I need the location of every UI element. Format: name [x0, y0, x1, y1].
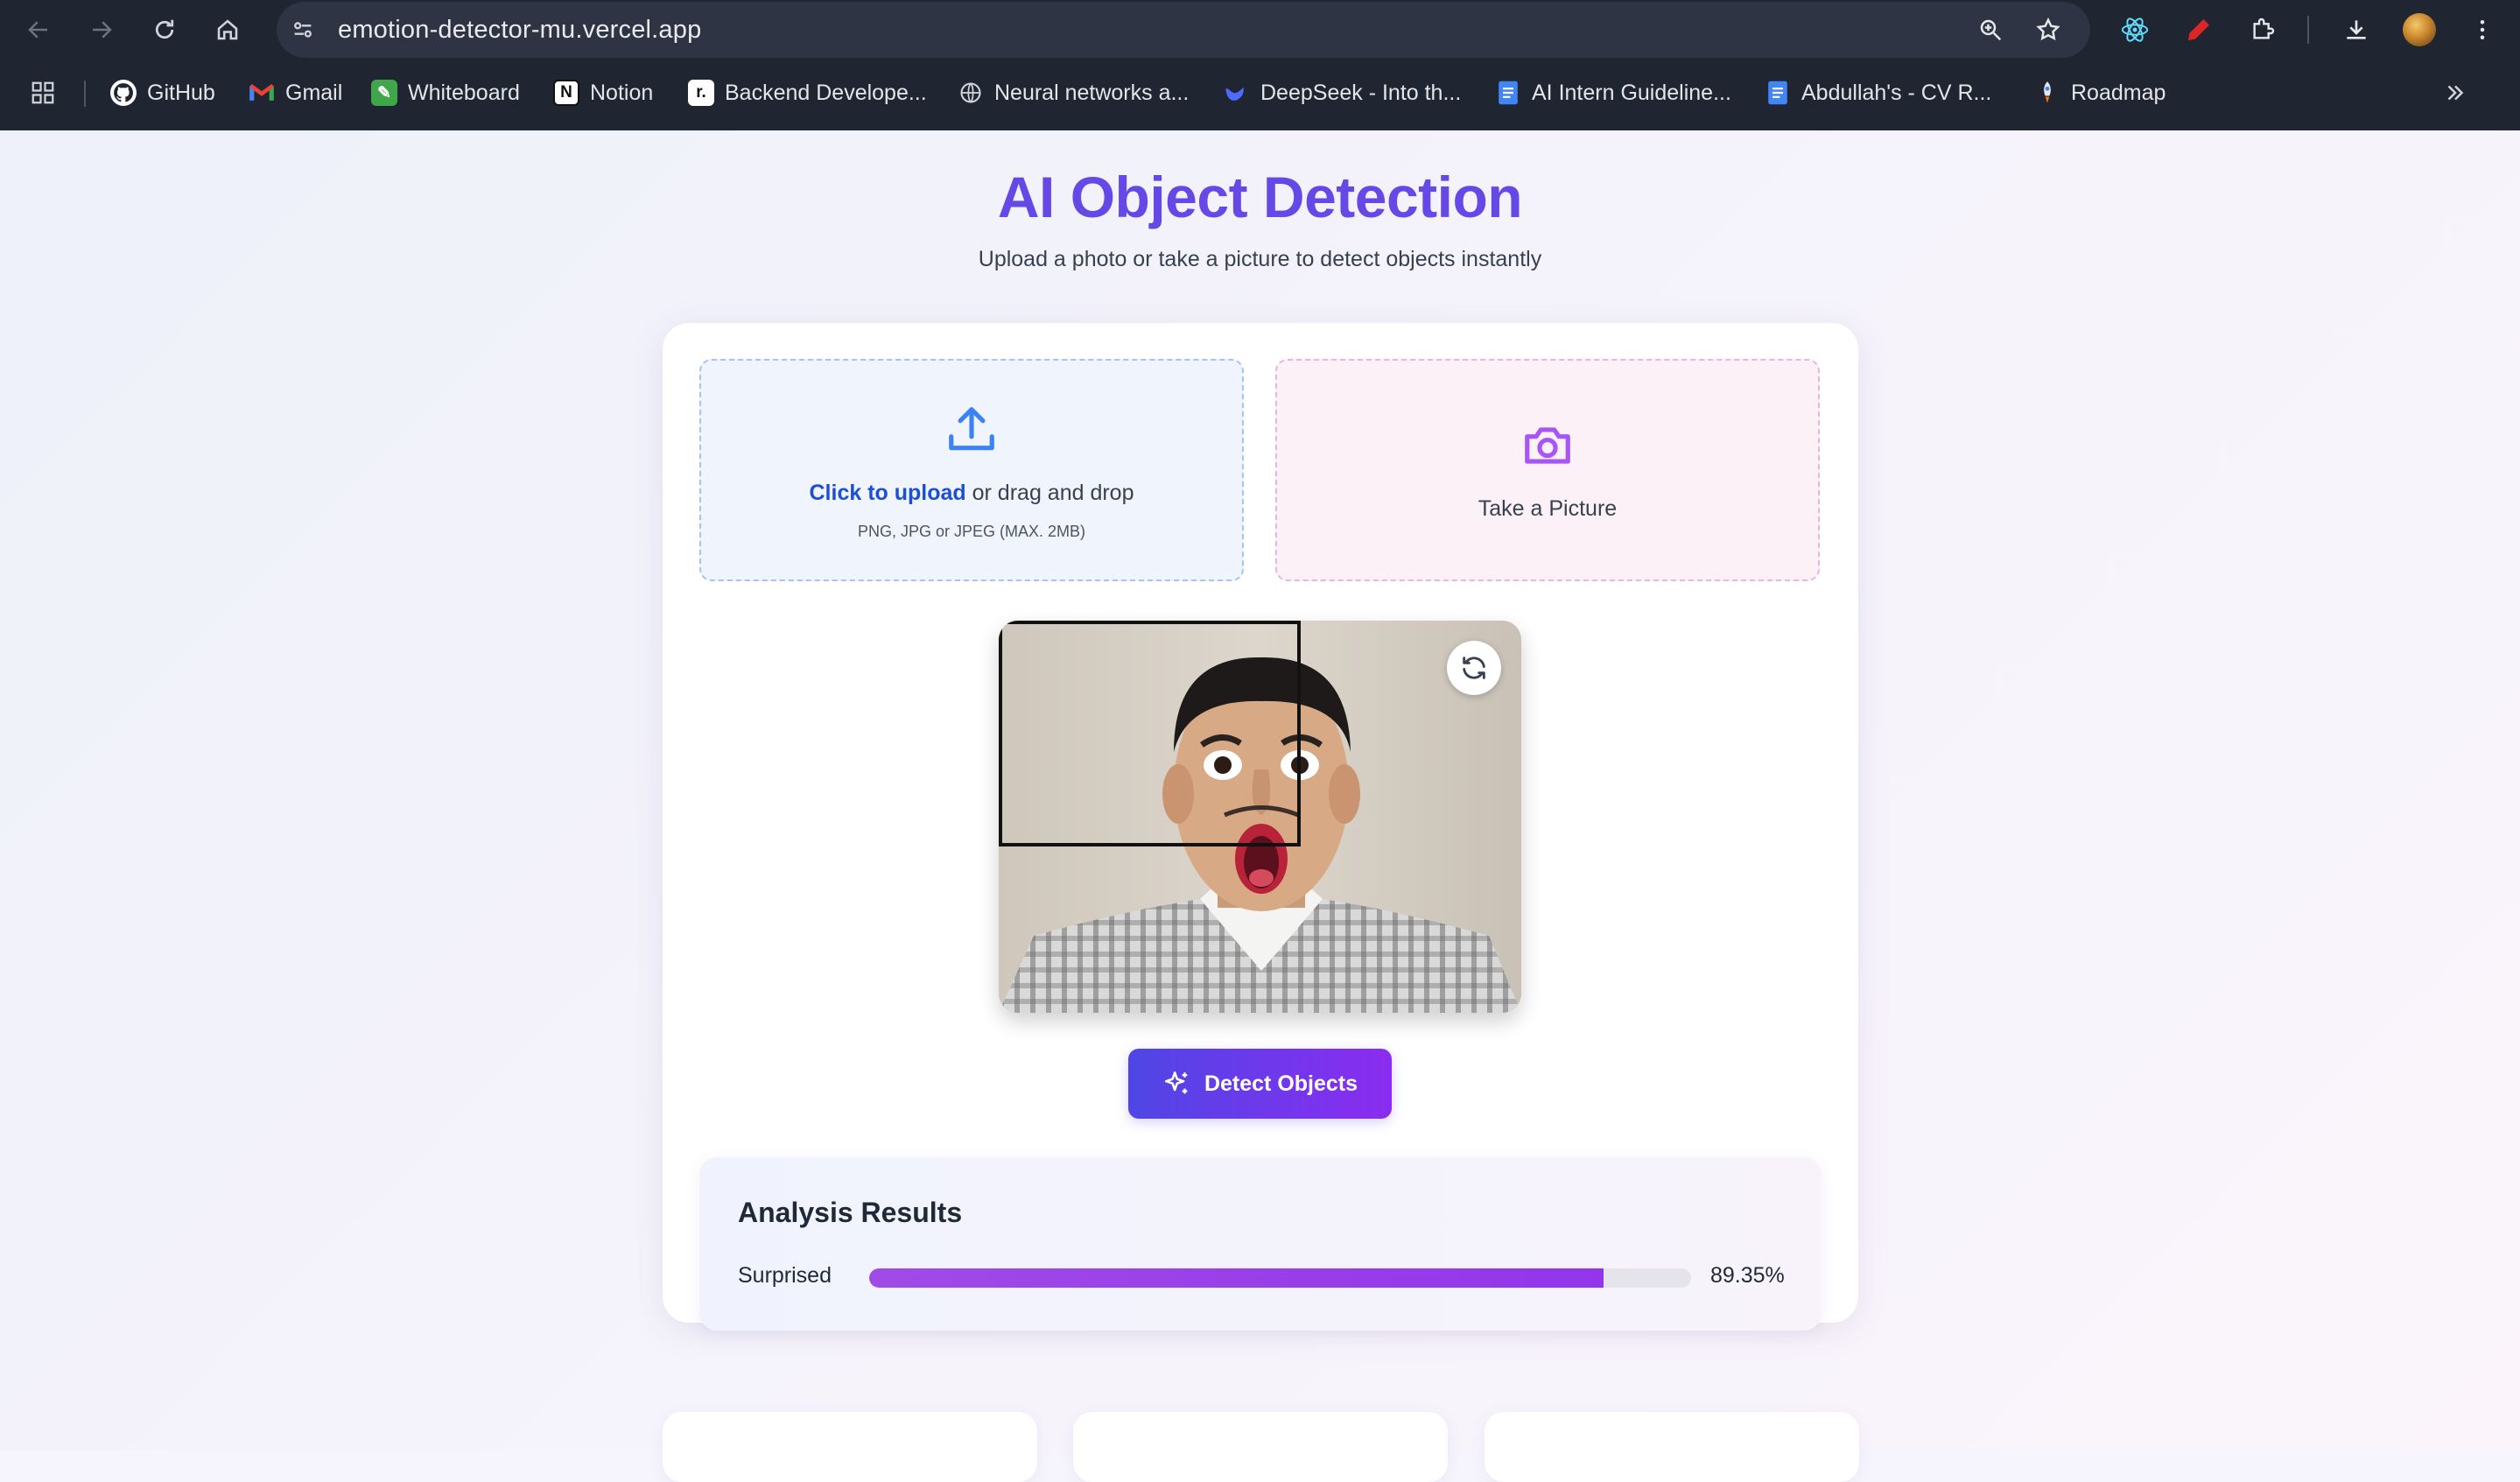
feature-card: [1073, 1412, 1448, 1482]
bookmark-notion[interactable]: N Notion: [553, 75, 653, 110]
click-to-upload-link[interactable]: Click to upload: [810, 481, 966, 505]
deepseek-icon: [1224, 80, 1250, 106]
bookmark-ai-intern[interactable]: AI Intern Guideline...: [1495, 75, 1731, 110]
detection-bounding-box: [999, 621, 1301, 846]
upload-icon: [701, 403, 1242, 457]
back-button[interactable]: [21, 12, 56, 47]
home-icon: [217, 19, 238, 40]
bookmark-label: Backend Develope...: [725, 80, 927, 105]
reload-icon: [155, 19, 174, 39]
image-preview: [999, 621, 1521, 1013]
bookmarks-bar: GitHub Gmail ✎ Whiteboard N Notion r. Ba…: [0, 70, 2520, 117]
retake-button[interactable]: [1447, 641, 1501, 695]
feature-card: [1485, 1412, 1859, 1482]
emotion-label: Surprised: [738, 1263, 832, 1288]
address-bar[interactable]: emotion-detector-mu.vercel.app: [277, 2, 2090, 58]
bookmark-label: Notion: [590, 80, 654, 105]
bookmark-roadmap[interactable]: Roadmap: [2034, 75, 2166, 110]
marker-extension-icon[interactable]: [2180, 11, 2218, 49]
docs-icon: [1495, 80, 1521, 106]
upload-instructions: Click to upload or drag and drop: [701, 481, 1242, 506]
reload-button[interactable]: [147, 12, 182, 47]
bookmark-label: Whiteboard: [408, 80, 520, 105]
bookmark-label: DeepSeek - Into th...: [1260, 80, 1462, 105]
react-devtools-icon[interactable]: [2116, 11, 2154, 49]
downloads-icon[interactable]: [2337, 11, 2376, 49]
detect-objects-button[interactable]: Detect Objects: [1128, 1049, 1392, 1119]
upload-file-hint: PNG, JPG or JPEG (MAX. 2MB): [857, 523, 1086, 540]
take-picture-label: Take a Picture: [1478, 496, 1618, 521]
whiteboard-icon: ✎: [371, 80, 397, 106]
bookmark-deepseek[interactable]: DeepSeek - Into th...: [1224, 75, 1461, 110]
bookmark-github[interactable]: GitHub: [110, 75, 215, 110]
apps-grid-icon[interactable]: [30, 75, 56, 110]
bookmark-star-icon[interactable]: [2031, 12, 2066, 47]
browser-menu-icon[interactable]: [2463, 11, 2502, 49]
page-content: AI Object Detection Upload a photo or ta…: [0, 130, 2520, 1482]
confidence-bar-fill: [869, 1268, 1604, 1288]
home-button[interactable]: [210, 12, 245, 47]
bookmark-neural-networks[interactable]: Neural networks a...: [958, 75, 1189, 110]
confidence-bar: [869, 1268, 1691, 1288]
bookmark-cv[interactable]: Abdullah's - CV R...: [1765, 75, 1991, 110]
globe-icon: [958, 80, 984, 106]
bookmark-label: Neural networks a...: [994, 80, 1190, 105]
rocket-icon: [2034, 80, 2060, 106]
backend-icon: r.: [688, 80, 714, 106]
github-icon: [110, 80, 137, 106]
bookmark-backend[interactable]: r. Backend Develope...: [688, 75, 927, 110]
bookmark-gmail[interactable]: Gmail: [249, 75, 342, 110]
drag-drop-text: or drag and drop: [965, 481, 1134, 505]
profile-avatar[interactable]: [2400, 11, 2439, 49]
page-title: AI Object Detection: [997, 165, 1523, 229]
bookmark-label: Roadmap: [2071, 80, 2166, 105]
bookmarks-divider: [84, 81, 86, 107]
bookmark-whiteboard[interactable]: ✎ Whiteboard: [371, 75, 520, 110]
forward-button[interactable]: [84, 12, 119, 47]
forward-arrow-icon: [93, 21, 112, 39]
analysis-results-panel: Analysis Results Surprised 89.35%: [699, 1157, 1822, 1331]
extensions-puzzle-icon[interactable]: [2243, 11, 2282, 49]
page-subtitle: Upload a photo or take a picture to dete…: [978, 247, 1542, 271]
browser-chrome: emotion-detector-mu.vercel.app GitHub Gm…: [0, 0, 2520, 130]
url-text[interactable]: emotion-detector-mu.vercel.app: [338, 16, 701, 45]
bookmark-label: Abdullah's - CV R...: [1801, 80, 1992, 105]
upload-dropzone[interactable]: Click to upload or drag and drop PNG, JP…: [699, 359, 1244, 581]
take-picture-zone[interactable]: Take a Picture: [1275, 359, 1820, 581]
bookmark-label: GitHub: [147, 80, 215, 105]
bookmark-label: Gmail: [285, 80, 343, 105]
docs-icon: [1765, 80, 1791, 106]
camera-icon: [1277, 418, 1818, 473]
more-bookmarks-icon[interactable]: [2442, 75, 2468, 110]
detector-card: Click to upload or drag and drop PNG, JP…: [663, 323, 1858, 1331]
detect-button-label: Detect Objects: [1204, 1071, 1358, 1096]
notion-icon: N: [553, 80, 579, 106]
feature-card: [663, 1412, 1037, 1482]
sparkles-icon: [1164, 1071, 1188, 1094]
site-info-icon[interactable]: [285, 12, 320, 47]
bookmark-label: AI Intern Guideline...: [1532, 80, 1731, 105]
zoom-icon[interactable]: [1973, 12, 2008, 47]
toolbar-divider: [2307, 16, 2309, 44]
refresh-icon: [1463, 657, 1485, 679]
confidence-value: 89.35%: [1710, 1263, 1785, 1288]
back-arrow-icon: [28, 21, 47, 39]
gmail-icon: [249, 80, 275, 106]
results-title: Analysis Results: [738, 1197, 963, 1228]
